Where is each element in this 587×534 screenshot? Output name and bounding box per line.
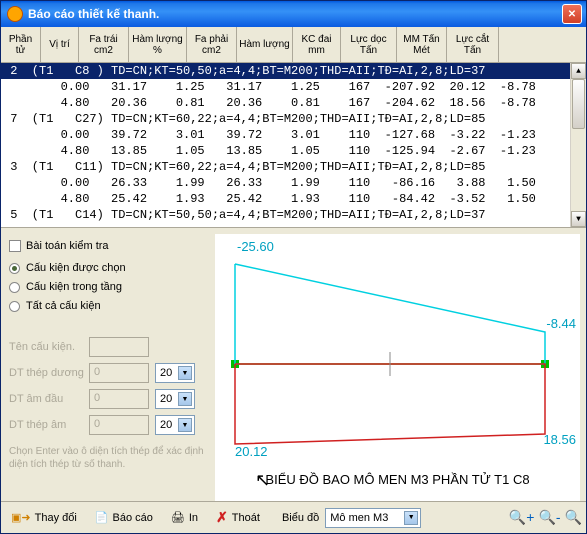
radio-label: Cấu kiện trong tầng <box>26 281 122 293</box>
input-ten-cau-kien[interactable] <box>89 337 149 357</box>
select-dt-thep-am[interactable]: 20▼ <box>155 415 195 435</box>
table-row[interactable]: 3 (T1 C11) TD=CN;KT=60,22;a=4,4;BT=M200;… <box>1 159 586 175</box>
checkbox-icon[interactable] <box>9 240 21 252</box>
data-grid[interactable]: 2 (T1 C8 ) TD=CN;KT=50,50;a=4,4;BT=M200;… <box>1 63 586 228</box>
label-ten-cau-kien: Tên cấu kiện. <box>9 341 89 353</box>
scroll-up-icon[interactable]: ▲ <box>571 63 586 79</box>
chart-area: -25.60 -8.44 20.12 18.56 BIỂU ĐỒ BAO MÔ … <box>215 234 580 501</box>
chart-label-bl: 20.12 <box>235 444 268 459</box>
radio-duoc-chon[interactable]: Cấu kiện được chọn <box>9 262 207 274</box>
zoom-fit-icon[interactable]: 🔍 <box>565 509 582 526</box>
label-dt-thep-duong: DT thép dương <box>9 367 89 379</box>
col-fa-trai[interactable]: Fa trái cm2 <box>79 27 129 62</box>
table-header: Phần tử Vị trí Fa trái cm2 Hàm lượng % F… <box>1 27 586 63</box>
input-dt-thep-am[interactable]: 0 <box>89 415 149 435</box>
radio-label: Tất cả cấu kiện <box>26 300 101 312</box>
col-ham-luong-2[interactable]: Hàm lượng <box>237 27 293 62</box>
select-dt-am-dau[interactable]: 20▼ <box>155 389 195 409</box>
btn-label: In <box>189 512 198 524</box>
radio-icon[interactable] <box>9 263 20 274</box>
table-row[interactable]: 5 (T1 C14) TD=CN;KT=50,50;a=4,4;BT=M200;… <box>1 207 586 223</box>
window-title: Báo cáo thiết kế thanh. <box>28 7 562 21</box>
label-dt-am-dau: DT âm đầu <box>9 393 89 405</box>
thay-doi-button[interactable]: ▣➜ Thay đổi <box>5 508 83 527</box>
col-ham-luong-1[interactable]: Hàm lượng % <box>129 27 187 62</box>
col-vi-tri[interactable]: Vị trí <box>41 27 79 62</box>
table-row[interactable]: 0.00 39.72 3.01 39.72 3.01 110 -127.68 -… <box>1 127 586 143</box>
btn-label: Thoát <box>232 512 260 524</box>
app-icon <box>7 6 23 22</box>
col-kc-dai[interactable]: KC đai mm <box>293 27 341 62</box>
select-dt-thep-duong[interactable]: 20▼ <box>155 363 195 383</box>
chevron-down-icon[interactable]: ▼ <box>178 392 192 406</box>
label-dt-thep-am: DT thép âm <box>9 419 89 431</box>
sel-label: Biểu đồ <box>282 512 319 524</box>
bao-cao-button[interactable]: 📄 Báo cáo <box>89 508 159 527</box>
radio-trong-tang[interactable]: Cấu kiện trong tầng <box>9 281 207 293</box>
radio-icon[interactable] <box>9 282 20 293</box>
zoom-in-icon[interactable]: 🔍+ <box>509 509 535 526</box>
table-row[interactable]: 4.80 20.36 0.81 20.36 0.81 167 -204.62 1… <box>1 95 586 111</box>
chevron-down-icon[interactable]: ▼ <box>178 366 192 380</box>
col-phan-tu[interactable]: Phần tử <box>1 27 41 62</box>
hint-text: Chọn Enter vào ô diện tích thép để xác đ… <box>9 445 207 471</box>
close-icon: ✗ <box>216 509 228 526</box>
btn-label: Thay đổi <box>35 512 77 524</box>
table-row[interactable]: 0.00 31.17 1.25 31.17 1.25 167 -207.92 2… <box>1 79 586 95</box>
input-dt-thep-duong[interactable]: 0 <box>89 363 149 383</box>
chevron-down-icon[interactable]: ▼ <box>178 418 192 432</box>
in-button[interactable]: 🖨 In <box>165 508 204 527</box>
chevron-down-icon[interactable]: ▼ <box>404 511 418 525</box>
table-row[interactable]: 2 (T1 C8 ) TD=CN;KT=50,50;a=4,4;BT=M200;… <box>1 63 586 79</box>
chart-label-tl: -25.60 <box>237 239 274 254</box>
select-bieu-do[interactable]: Mô men M3 ▼ <box>325 508 421 528</box>
thoat-button[interactable]: ✗ Thoát <box>210 506 266 529</box>
zoom-out-icon[interactable]: 🔍- <box>538 509 560 526</box>
input-dt-am-dau[interactable]: 0 <box>89 389 149 409</box>
col-luc-doc[interactable]: Lực dọc Tấn <box>341 27 397 62</box>
print-icon: 🖨 <box>171 511 185 524</box>
edit-icon: ▣➜ <box>11 511 31 524</box>
scroll-down-icon[interactable]: ▼ <box>571 211 586 227</box>
close-button[interactable]: ✕ <box>562 4 582 24</box>
col-luc-cat[interactable]: Lực cắt Tấn <box>447 27 499 62</box>
table-row[interactable]: 7 (T1 C27) TD=CN;KT=60,22;a=4,4;BT=M200;… <box>1 111 586 127</box>
scroll-thumb[interactable] <box>572 79 585 129</box>
check-bai-toan[interactable]: Bài toán kiểm tra <box>9 240 207 252</box>
chart-label-tr: -8.44 <box>546 316 576 331</box>
btn-label: Báo cáo <box>113 512 153 524</box>
check-label: Bài toán kiểm tra <box>26 240 109 252</box>
radio-tat-ca[interactable]: Tất cả cấu kiện <box>9 300 207 312</box>
table-row[interactable]: 4.80 13.85 1.05 13.85 1.05 110 -125.94 -… <box>1 143 586 159</box>
col-mm[interactable]: MM Tấn Mét <box>397 27 447 62</box>
radio-icon[interactable] <box>9 301 20 312</box>
radio-label: Cấu kiện được chọn <box>26 262 126 274</box>
chart-label-br: 18.56 <box>543 432 576 447</box>
col-fa-phai[interactable]: Fa phải cm2 <box>187 27 237 62</box>
scrollbar[interactable]: ▲ ▼ <box>570 63 586 227</box>
table-row[interactable]: 0.00 26.33 1.99 26.33 1.99 110 -86.16 3.… <box>1 175 586 191</box>
report-icon: 📄 <box>95 511 109 524</box>
cursor-icon: ↖ <box>255 470 270 491</box>
table-row[interactable]: 4.80 25.42 1.93 25.42 1.93 110 -84.42 -3… <box>1 191 586 207</box>
